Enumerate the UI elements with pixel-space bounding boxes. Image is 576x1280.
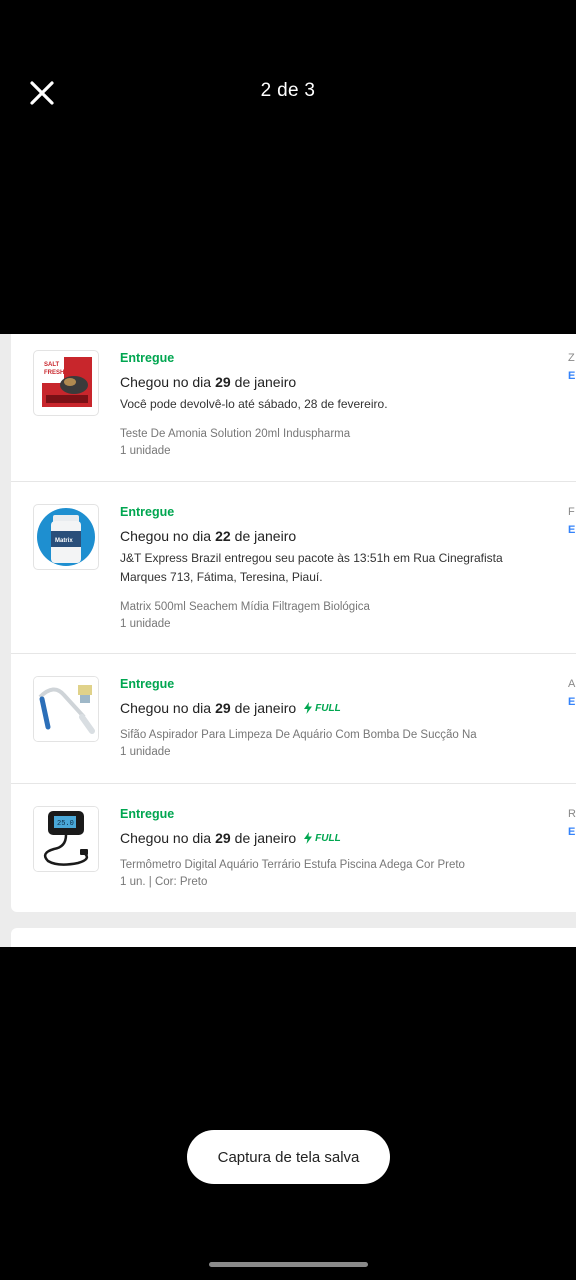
svg-text:FRESH: FRESH xyxy=(44,370,64,376)
product-name: Teste De Amonia Solution 20ml Induspharm… xyxy=(120,428,351,440)
order-item[interactable]: Entregue Chegou no dia 29 de janeiro FUL… xyxy=(11,654,576,784)
action-link[interactable]: E xyxy=(568,524,575,536)
product-quantity: 1 unidade xyxy=(120,746,171,758)
product-thumbnail xyxy=(33,676,99,742)
next-card-partial xyxy=(11,928,576,947)
order-item[interactable]: SALT FRESH Entregue Chegou no dia 29 de … xyxy=(11,334,576,482)
screenshot-preview[interactable]: SALT FRESH Entregue Chegou no dia 29 de … xyxy=(0,334,576,947)
delivery-day: 29 xyxy=(215,700,231,716)
title-suffix: de janeiro xyxy=(234,374,297,390)
action-link[interactable]: E xyxy=(568,370,575,382)
full-shipping-badge: FULL xyxy=(303,832,341,844)
title-prefix: Chegou no dia xyxy=(120,528,212,544)
full-shipping-badge: FULL xyxy=(303,702,341,714)
delivery-day: 29 xyxy=(215,830,231,846)
full-label: FULL xyxy=(315,702,341,714)
seller-initial: R xyxy=(568,808,576,820)
orders-card: SALT FRESH Entregue Chegou no dia 29 de … xyxy=(11,334,576,912)
title-suffix: de janeiro xyxy=(234,528,297,544)
delivery-day: 22 xyxy=(215,528,231,544)
order-item[interactable]: 25.0 Entregue Chegou no dia 29 de janeir… xyxy=(11,784,576,912)
delivery-description: Você pode devolvê-lo até sábado, 28 de f… xyxy=(120,397,388,411)
product-name: Termômetro Digital Aquário Terrário Estu… xyxy=(120,859,465,871)
delivery-title: Chegou no dia 29 de janeiro FULL xyxy=(120,700,521,716)
delivery-day: 29 xyxy=(215,374,231,390)
delivery-description: J&T Express Brazil entregou seu pacote à… xyxy=(120,551,503,584)
toast-message: Captura de tela salva xyxy=(187,1130,390,1184)
title-prefix: Chegou no dia xyxy=(120,374,212,390)
home-gesture-bar[interactable] xyxy=(209,1262,368,1267)
product-thumbnail: 25.0 xyxy=(33,806,99,872)
product-quantity: 1 unidade xyxy=(120,445,171,457)
status-label: Entregue xyxy=(120,677,175,691)
lightning-icon xyxy=(304,832,313,844)
page-indicator: 2 de 3 xyxy=(260,80,316,101)
title-prefix: Chegou no dia xyxy=(120,700,212,716)
full-label: FULL xyxy=(315,832,341,844)
svg-text:25.0: 25.0 xyxy=(57,820,74,828)
title-suffix: de janeiro xyxy=(234,700,297,716)
title-prefix: Chegou no dia xyxy=(120,830,212,846)
action-link[interactable]: E xyxy=(568,826,575,838)
product-quantity: 1 unidade xyxy=(120,618,171,630)
seller-initial: Z xyxy=(568,352,575,364)
order-item[interactable]: Matrix Entregue Chegou no dia 22 de jane… xyxy=(11,482,576,654)
product-name: Sifão Aspirador Para Limpeza De Aquário … xyxy=(120,729,477,741)
delivery-title: Chegou no dia 29 de janeiro xyxy=(120,374,521,390)
product-thumbnail: Matrix xyxy=(33,504,99,570)
title-suffix: de janeiro xyxy=(234,830,297,846)
product-name: Matrix 500ml Seachem Mídia Filtragem Bio… xyxy=(120,601,370,613)
lightning-icon xyxy=(304,702,313,714)
delivery-title: Chegou no dia 29 de janeiro FULL xyxy=(120,830,521,846)
product-thumbnail: SALT FRESH xyxy=(33,350,99,416)
svg-text:Matrix: Matrix xyxy=(55,538,73,544)
status-label: Entregue xyxy=(120,505,175,519)
product-quantity: 1 un. | Cor: Preto xyxy=(120,876,208,888)
action-link[interactable]: E xyxy=(568,696,575,708)
seller-initial: A xyxy=(568,678,576,690)
svg-text:SALT: SALT xyxy=(44,362,60,368)
viewer-header: 2 de 3 xyxy=(0,0,576,180)
status-label: Entregue xyxy=(120,351,175,365)
status-label: Entregue xyxy=(120,807,175,821)
delivery-title: Chegou no dia 22 de janeiro xyxy=(120,528,521,544)
seller-initial: F xyxy=(568,506,575,518)
